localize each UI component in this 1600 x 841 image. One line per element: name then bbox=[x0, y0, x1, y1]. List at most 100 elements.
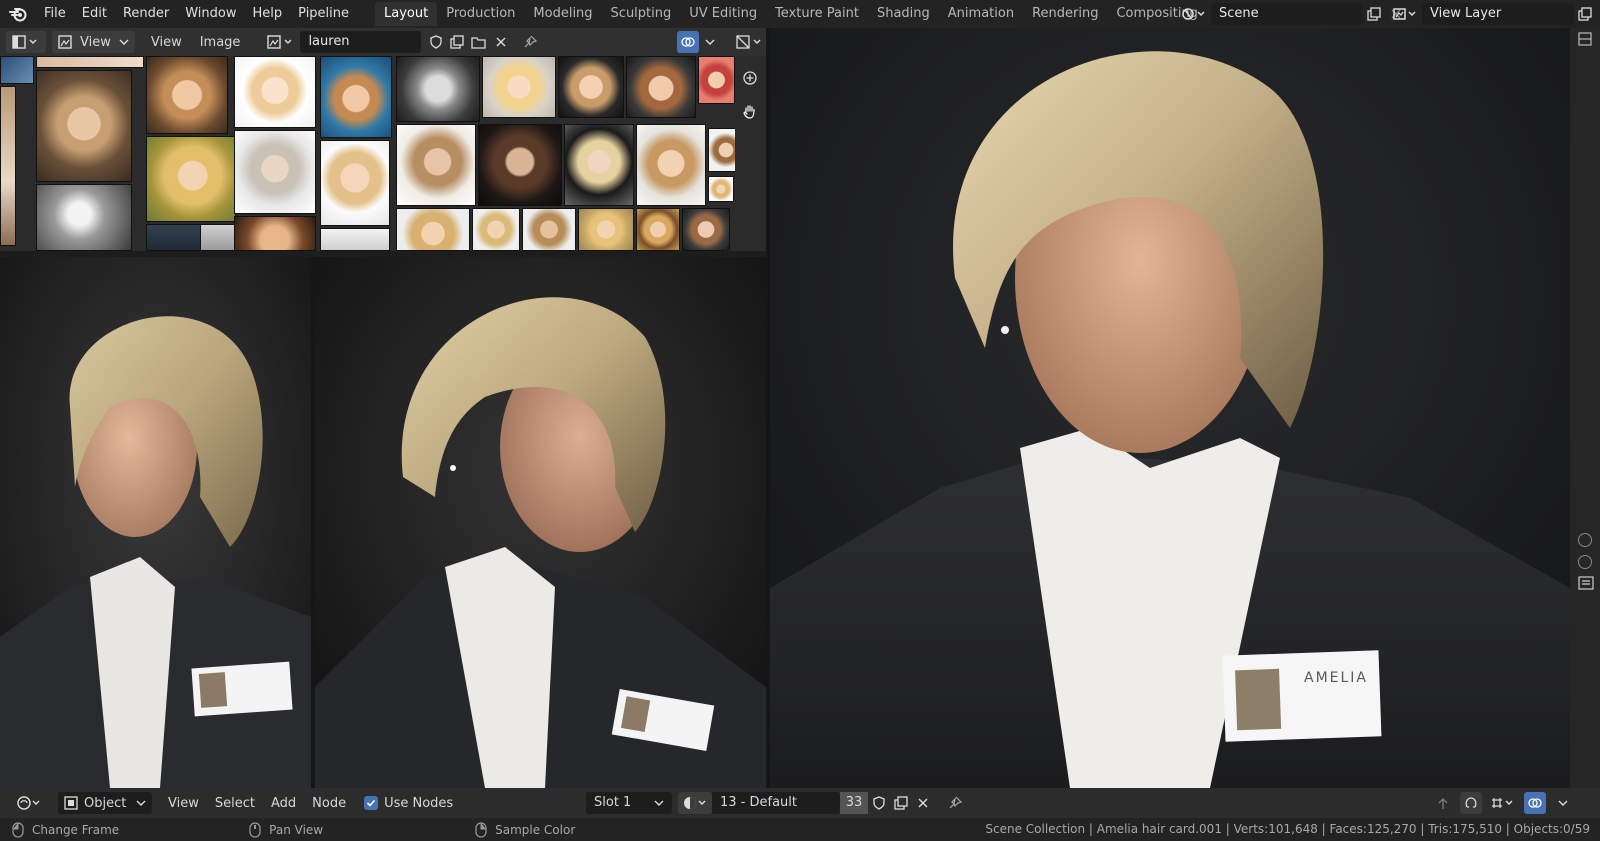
reference-thumbnail bbox=[396, 208, 470, 251]
reference-thumbnail bbox=[636, 208, 680, 251]
object-icon bbox=[64, 796, 78, 810]
image-browse-icon[interactable] bbox=[264, 31, 298, 53]
delete-view-layer-icon[interactable] bbox=[1596, 3, 1600, 25]
workspace-tabs: Layout Production Modeling Sculpting UV … bbox=[375, 0, 1243, 28]
menu-view[interactable]: View bbox=[162, 792, 205, 814]
status-hint-label: Pan View bbox=[269, 822, 324, 837]
tab-modeling[interactable]: Modeling bbox=[524, 2, 601, 26]
snap-icon[interactable] bbox=[1460, 792, 1482, 814]
reference-thumbnail bbox=[482, 56, 556, 118]
use-nodes-toggle[interactable]: Use Nodes bbox=[358, 792, 459, 814]
overlays-toggle-icon[interactable] bbox=[677, 31, 699, 53]
reference-thumbnail bbox=[320, 228, 390, 251]
new-material-icon[interactable] bbox=[890, 792, 912, 814]
menu-pipeline[interactable]: Pipeline bbox=[290, 0, 357, 28]
reference-thumbnail bbox=[708, 176, 734, 202]
render-viewport-main[interactable]: AMELIA bbox=[770, 28, 1570, 788]
tab-layout[interactable]: Layout bbox=[375, 2, 438, 26]
scene-name-field[interactable]: Scene bbox=[1211, 3, 1363, 25]
reference-thumbnail bbox=[636, 124, 706, 206]
editor-type-button[interactable] bbox=[6, 31, 46, 53]
use-nodes-label: Use Nodes bbox=[384, 795, 454, 811]
scene-browse-icon[interactable] bbox=[1177, 3, 1211, 25]
scene-statistics: Scene Collection | Amelia hair card.001 … bbox=[985, 822, 1590, 836]
sidebar-toggle-icon[interactable] bbox=[1578, 575, 1594, 591]
new-scene-icon[interactable] bbox=[1363, 3, 1385, 25]
character-render-image bbox=[0, 257, 311, 788]
menu-node[interactable]: Node bbox=[306, 792, 352, 814]
overlays-dropdown-icon[interactable] bbox=[699, 31, 721, 53]
top-bar: File Edit Render Window Help Pipeline La… bbox=[0, 0, 1600, 28]
menu-edit[interactable]: Edit bbox=[74, 0, 115, 28]
reference-thumbnail bbox=[146, 56, 228, 134]
pin-icon[interactable] bbox=[519, 31, 541, 53]
layout-split-icon[interactable] bbox=[1578, 32, 1596, 50]
material-name-field[interactable]: 13 - Default bbox=[712, 792, 840, 814]
menu-add[interactable]: Add bbox=[265, 792, 302, 814]
display-channels-icon[interactable] bbox=[734, 31, 766, 53]
status-hint-change-frame: Change Frame bbox=[12, 821, 119, 838]
snap-mode-icon[interactable] bbox=[1488, 792, 1518, 814]
view-layer-browse-icon[interactable] bbox=[1388, 3, 1422, 25]
reference-image-board[interactable] bbox=[0, 56, 766, 251]
new-image-icon[interactable] bbox=[446, 31, 468, 53]
view-layer-name-field[interactable]: View Layer bbox=[1422, 3, 1574, 25]
reference-thumbnail bbox=[472, 208, 520, 251]
tab-rendering[interactable]: Rendering bbox=[1023, 2, 1107, 26]
unlink-image-icon[interactable] bbox=[490, 31, 512, 53]
image-editor-header: View View Image lauren hayes.png bbox=[0, 28, 766, 71]
render-viewport-left[interactable] bbox=[0, 257, 311, 788]
material-browse-icon[interactable] bbox=[678, 792, 712, 814]
fake-user-shield-icon[interactable] bbox=[425, 31, 447, 53]
overlays-toggle-icon[interactable] bbox=[1524, 792, 1546, 814]
menu-help[interactable]: Help bbox=[245, 0, 291, 28]
image-view-icon bbox=[58, 35, 72, 49]
reference-thumbnail bbox=[36, 70, 132, 182]
menu-view[interactable]: View bbox=[145, 31, 188, 53]
material-selector: 13 - Default 33 bbox=[678, 792, 966, 814]
reference-thumbnail bbox=[234, 130, 316, 214]
menu-file[interactable]: File bbox=[36, 0, 74, 28]
blender-logo-icon[interactable] bbox=[0, 0, 36, 28]
menu-window[interactable]: Window bbox=[177, 0, 244, 28]
menu-image[interactable]: Image bbox=[194, 31, 247, 53]
tab-shading[interactable]: Shading bbox=[868, 2, 939, 26]
material-users-count[interactable]: 33 bbox=[840, 792, 868, 814]
pin-icon[interactable] bbox=[944, 792, 966, 814]
tab-uv-editing[interactable]: UV Editing bbox=[680, 2, 766, 26]
mouse-left-icon bbox=[12, 821, 24, 838]
material-slot-label: Slot 1 bbox=[594, 795, 632, 810]
tab-sculpting[interactable]: Sculpting bbox=[602, 2, 681, 26]
hand-pan-icon[interactable] bbox=[740, 102, 760, 122]
reference-thumbnail bbox=[146, 136, 236, 222]
shader-type-label: Object bbox=[84, 795, 127, 811]
menu-select[interactable]: Select bbox=[209, 792, 261, 814]
character-render-image bbox=[315, 257, 766, 788]
reference-thumbnail bbox=[522, 208, 576, 251]
status-hint-pan-view: Pan View bbox=[249, 821, 324, 838]
parent-node-tree-icon[interactable] bbox=[1432, 792, 1454, 814]
shader-header-right-tools bbox=[1432, 792, 1574, 814]
fake-user-shield-icon[interactable] bbox=[868, 792, 890, 814]
reference-thumbnail bbox=[396, 124, 476, 206]
zoom-in-icon[interactable] bbox=[740, 68, 760, 88]
right-toolbar-strip bbox=[1570, 28, 1600, 788]
shader-editor-header: Object View Select Add Node Use Nodes Sl… bbox=[0, 788, 1600, 818]
overlays-dropdown-icon[interactable] bbox=[1552, 792, 1574, 814]
new-view-layer-icon[interactable] bbox=[1574, 3, 1596, 25]
view-mode-dropdown[interactable]: View bbox=[52, 31, 135, 53]
tab-animation[interactable]: Animation bbox=[939, 2, 1023, 26]
shader-editor-type-icon[interactable] bbox=[10, 792, 48, 814]
image-name-field[interactable]: lauren hayes.png bbox=[300, 31, 421, 71]
radio-icon[interactable] bbox=[1578, 555, 1592, 569]
unlink-material-icon[interactable] bbox=[912, 792, 934, 814]
checkbox-checked-icon[interactable] bbox=[364, 796, 379, 810]
tab-texture-paint[interactable]: Texture Paint bbox=[766, 2, 868, 26]
material-slot-dropdown[interactable]: Slot 1 bbox=[586, 792, 672, 814]
shader-type-dropdown[interactable]: Object bbox=[58, 792, 152, 814]
render-viewport-middle[interactable] bbox=[315, 257, 766, 788]
radio-icon[interactable] bbox=[1578, 533, 1592, 547]
menu-render[interactable]: Render bbox=[115, 0, 177, 28]
tab-production[interactable]: Production bbox=[437, 2, 524, 26]
open-image-folder-icon[interactable] bbox=[468, 31, 490, 53]
